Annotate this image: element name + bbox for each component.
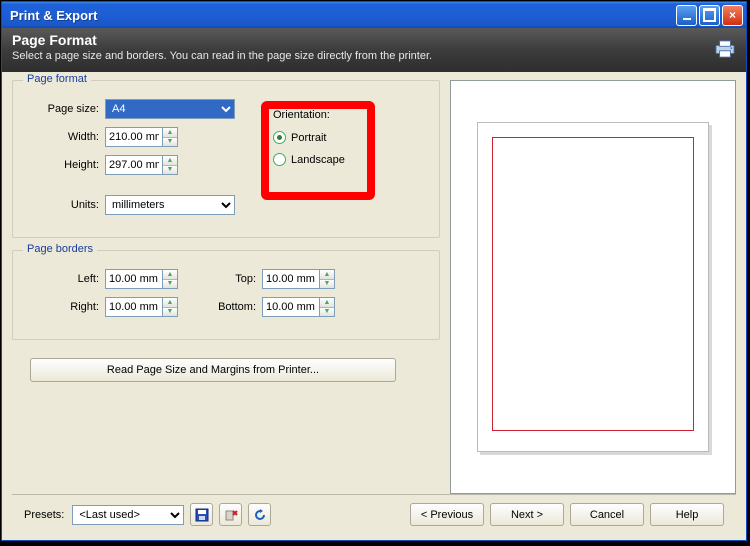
- spin-down-icon[interactable]: ▼: [163, 280, 177, 289]
- spin-up-icon[interactable]: ▲: [163, 270, 177, 280]
- height-input[interactable]: [106, 156, 162, 174]
- header-bar: Page Format Select a page size and borde…: [2, 28, 746, 72]
- legend-page-format: Page format: [23, 73, 91, 85]
- window-title: Print & Export: [10, 8, 676, 23]
- radio-icon: [273, 153, 286, 166]
- spin-up-icon[interactable]: ▲: [163, 128, 177, 138]
- radio-landscape[interactable]: Landscape: [273, 153, 345, 166]
- save-preset-button[interactable]: [190, 503, 213, 526]
- bottom-spinner[interactable]: ▲▼: [262, 297, 335, 317]
- label-orientation: Orientation:: [273, 109, 345, 121]
- height-spinner[interactable]: ▲▼: [105, 155, 178, 175]
- width-input[interactable]: [106, 128, 162, 146]
- content-area: Page format Page size: A4 Width:: [2, 72, 746, 540]
- preview-pane: [450, 80, 736, 494]
- page-format-fieldset: Page format Page size: A4 Width:: [12, 80, 440, 238]
- left-spinner[interactable]: ▲▼: [105, 269, 178, 289]
- legend-page-borders: Page borders: [23, 243, 97, 255]
- printer-icon: [714, 40, 736, 58]
- next-button[interactable]: Next >: [490, 503, 564, 526]
- radio-label-landscape: Landscape: [291, 154, 345, 166]
- spin-down-icon[interactable]: ▼: [163, 166, 177, 175]
- reset-preset-button[interactable]: [248, 503, 271, 526]
- spin-down-icon[interactable]: ▼: [320, 308, 334, 317]
- spin-down-icon[interactable]: ▼: [320, 280, 334, 289]
- radio-icon: [273, 131, 286, 144]
- label-bottom: Bottom:: [206, 301, 256, 313]
- label-height: Height:: [23, 159, 99, 171]
- revert-icon: [253, 508, 267, 522]
- label-units: Units:: [23, 199, 99, 211]
- preview-caption: [478, 442, 708, 448]
- page-subtitle: Select a page size and borders. You can …: [12, 50, 714, 62]
- spin-down-icon[interactable]: ▼: [163, 308, 177, 317]
- spin-down-icon[interactable]: ▼: [163, 138, 177, 147]
- radio-portrait[interactable]: Portrait: [273, 131, 345, 144]
- bottom-input[interactable]: [263, 298, 319, 316]
- page-preview: [477, 122, 709, 452]
- cancel-button[interactable]: Cancel: [570, 503, 644, 526]
- delete-preset-button[interactable]: [219, 503, 242, 526]
- radio-label-portrait: Portrait: [291, 132, 326, 144]
- label-right: Right:: [23, 301, 99, 313]
- minimize-button[interactable]: [676, 5, 697, 26]
- spin-up-icon[interactable]: ▲: [163, 156, 177, 166]
- right-spinner[interactable]: ▲▼: [105, 297, 178, 317]
- orientation-group: Orientation: Portrait Landscape: [261, 99, 361, 223]
- label-top: Top:: [206, 273, 256, 285]
- presets-select[interactable]: <Last used>: [72, 505, 184, 525]
- page-title: Page Format: [12, 32, 714, 48]
- right-input[interactable]: [106, 298, 162, 316]
- close-button[interactable]: ×: [722, 5, 743, 26]
- top-spinner[interactable]: ▲▼: [262, 269, 335, 289]
- titlebar[interactable]: Print & Export ×: [2, 2, 746, 28]
- label-presets: Presets:: [24, 509, 64, 521]
- width-spinner[interactable]: ▲▼: [105, 127, 178, 147]
- left-input[interactable]: [106, 270, 162, 288]
- spin-up-icon[interactable]: ▲: [320, 270, 334, 280]
- top-input[interactable]: [263, 270, 319, 288]
- label-left: Left:: [23, 273, 99, 285]
- read-printer-button[interactable]: Read Page Size and Margins from Printer.…: [30, 358, 396, 382]
- page-size-select[interactable]: A4: [105, 99, 235, 119]
- footer-bar: Presets: <Last used> < Previous Next > C…: [12, 494, 736, 534]
- spin-up-icon[interactable]: ▲: [320, 298, 334, 308]
- page-borders-fieldset: Page borders Left: ▲▼ Right: ▲▼: [12, 250, 440, 340]
- label-width: Width:: [23, 131, 99, 143]
- maximize-button[interactable]: [699, 5, 720, 26]
- preview-caption-right: [699, 442, 700, 448]
- floppy-icon: [195, 508, 209, 522]
- units-select[interactable]: millimeters: [105, 195, 235, 215]
- spin-up-icon[interactable]: ▲: [163, 298, 177, 308]
- delete-preset-icon: [224, 508, 238, 522]
- dialog-window: Print & Export × Page Format Select a pa…: [1, 1, 747, 541]
- help-button[interactable]: Help: [650, 503, 724, 526]
- margin-preview: [492, 137, 694, 431]
- label-page-size: Page size:: [23, 103, 99, 115]
- previous-button[interactable]: < Previous: [410, 503, 484, 526]
